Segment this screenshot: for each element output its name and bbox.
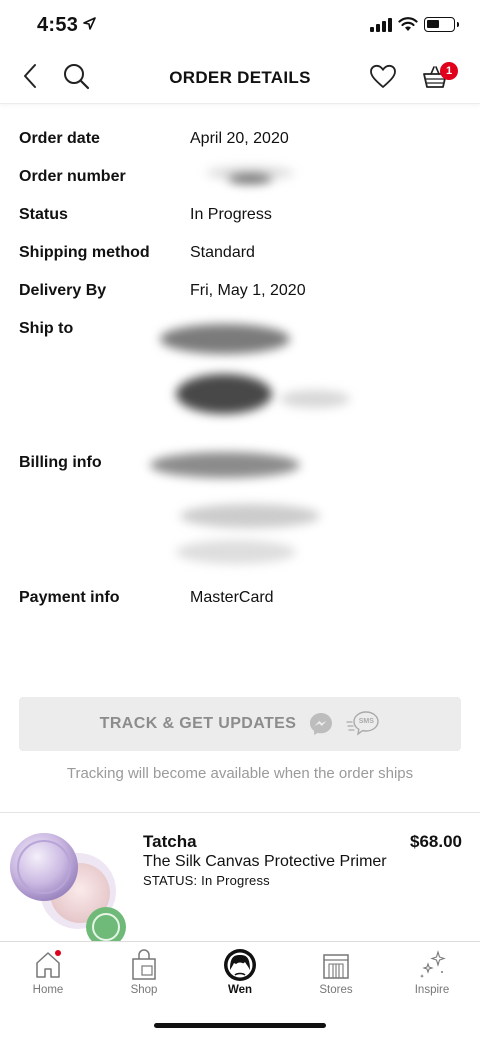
- status-label: Status: [19, 206, 68, 223]
- tracking-availability-note: Tracking will become available when the …: [66, 765, 414, 782]
- order-date-label: Order date: [19, 130, 100, 147]
- home-indicator: [154, 1023, 326, 1028]
- redacted-billing-line2: [180, 504, 320, 528]
- tab-wen-label: Wen: [227, 984, 253, 996]
- redacted-order-number-dark: [228, 174, 272, 184]
- wifi-icon: [398, 17, 418, 31]
- tab-inspire-label: Inspire: [414, 984, 450, 996]
- cellular-signal-icon: [370, 18, 392, 32]
- order-date-row: Order date April 20, 2020: [0, 130, 480, 154]
- order-number-row: Order number: [0, 166, 480, 192]
- cart-count-badge: 1: [440, 62, 458, 80]
- top-navigation-bar: ORDER DETAILS 1: [0, 50, 480, 104]
- shipping-method-label: Shipping method: [19, 244, 150, 261]
- tab-shop-label: Shop: [130, 984, 158, 996]
- home-notification-dot: [55, 950, 61, 956]
- product-status: STATUS: In Progress: [143, 873, 270, 888]
- heart-icon: [370, 64, 396, 88]
- track-button-label: TRACK & GET UPDATES: [99, 715, 297, 732]
- product-thumbnail[interactable]: [8, 819, 132, 943]
- status-time: 4:53: [37, 14, 79, 36]
- profile-avatar-icon: [222, 948, 258, 982]
- loves-button[interactable]: [363, 56, 403, 96]
- redacted-billing-line3: [176, 540, 296, 564]
- tab-wen[interactable]: Wen: [192, 942, 288, 1002]
- redacted-ship-to-line3: [280, 390, 350, 408]
- payment-info-label: Payment info: [19, 589, 120, 606]
- order-product-item[interactable]: Tatcha $68.00 The Silk Canvas Protective…: [0, 813, 480, 943]
- redacted-ship-to-line1: [160, 324, 290, 354]
- tab-home[interactable]: Home: [0, 942, 96, 1002]
- payment-info-row: Payment info MasterCard: [0, 589, 480, 613]
- product-name[interactable]: The Silk Canvas Protective Primer: [143, 853, 387, 871]
- delivery-by-row: Delivery By Fri, May 1, 2020: [0, 282, 480, 306]
- order-date-value: April 20, 2020: [190, 130, 289, 147]
- status-row: Status In Progress: [0, 206, 480, 230]
- location-arrow-icon: [83, 17, 96, 30]
- payment-info-value: MasterCard: [190, 589, 274, 606]
- redacted-ship-to-line2: [176, 374, 272, 414]
- product-price: $68.00: [410, 832, 462, 851]
- tab-stores[interactable]: Stores: [288, 942, 384, 1002]
- ship-to-row: Ship to: [0, 320, 480, 414]
- storefront-icon: [318, 948, 354, 982]
- status-bar: 4:53: [0, 0, 480, 50]
- sms-icon: SMS: [346, 710, 380, 738]
- basket-button[interactable]: 1: [416, 56, 458, 96]
- ship-to-label: Ship to: [19, 320, 74, 337]
- tab-home-label: Home: [32, 984, 64, 996]
- billing-info-row: Billing info: [0, 452, 480, 564]
- messenger-icon: [310, 713, 333, 735]
- product-brand: Tatcha: [143, 832, 197, 851]
- sms-label: SMS: [358, 718, 374, 725]
- battery-icon: [424, 17, 459, 32]
- status-value: In Progress: [190, 206, 272, 223]
- delivery-by-value: Fri, May 1, 2020: [190, 282, 306, 299]
- page-title: ORDER DETAILS: [169, 68, 311, 87]
- tab-inspire[interactable]: Inspire: [384, 942, 480, 1002]
- redacted-card-number: [276, 589, 330, 609]
- shopping-bag-icon: [126, 948, 162, 982]
- redacted-billing-line1: [150, 452, 300, 478]
- shipping-method-value: Standard: [190, 244, 255, 261]
- billing-info-label: Billing info: [19, 454, 102, 471]
- shipping-method-row: Shipping method Standard: [0, 244, 480, 268]
- tab-stores-label: Stores: [319, 984, 353, 996]
- home-icon: [30, 948, 66, 982]
- order-number-label: Order number: [19, 168, 126, 185]
- track-and-get-updates-button[interactable]: TRACK & GET UPDATES SMS: [19, 697, 461, 751]
- delivery-by-label: Delivery By: [19, 282, 107, 299]
- tab-shop[interactable]: Shop: [96, 942, 192, 1002]
- sparkle-icon: [414, 948, 450, 982]
